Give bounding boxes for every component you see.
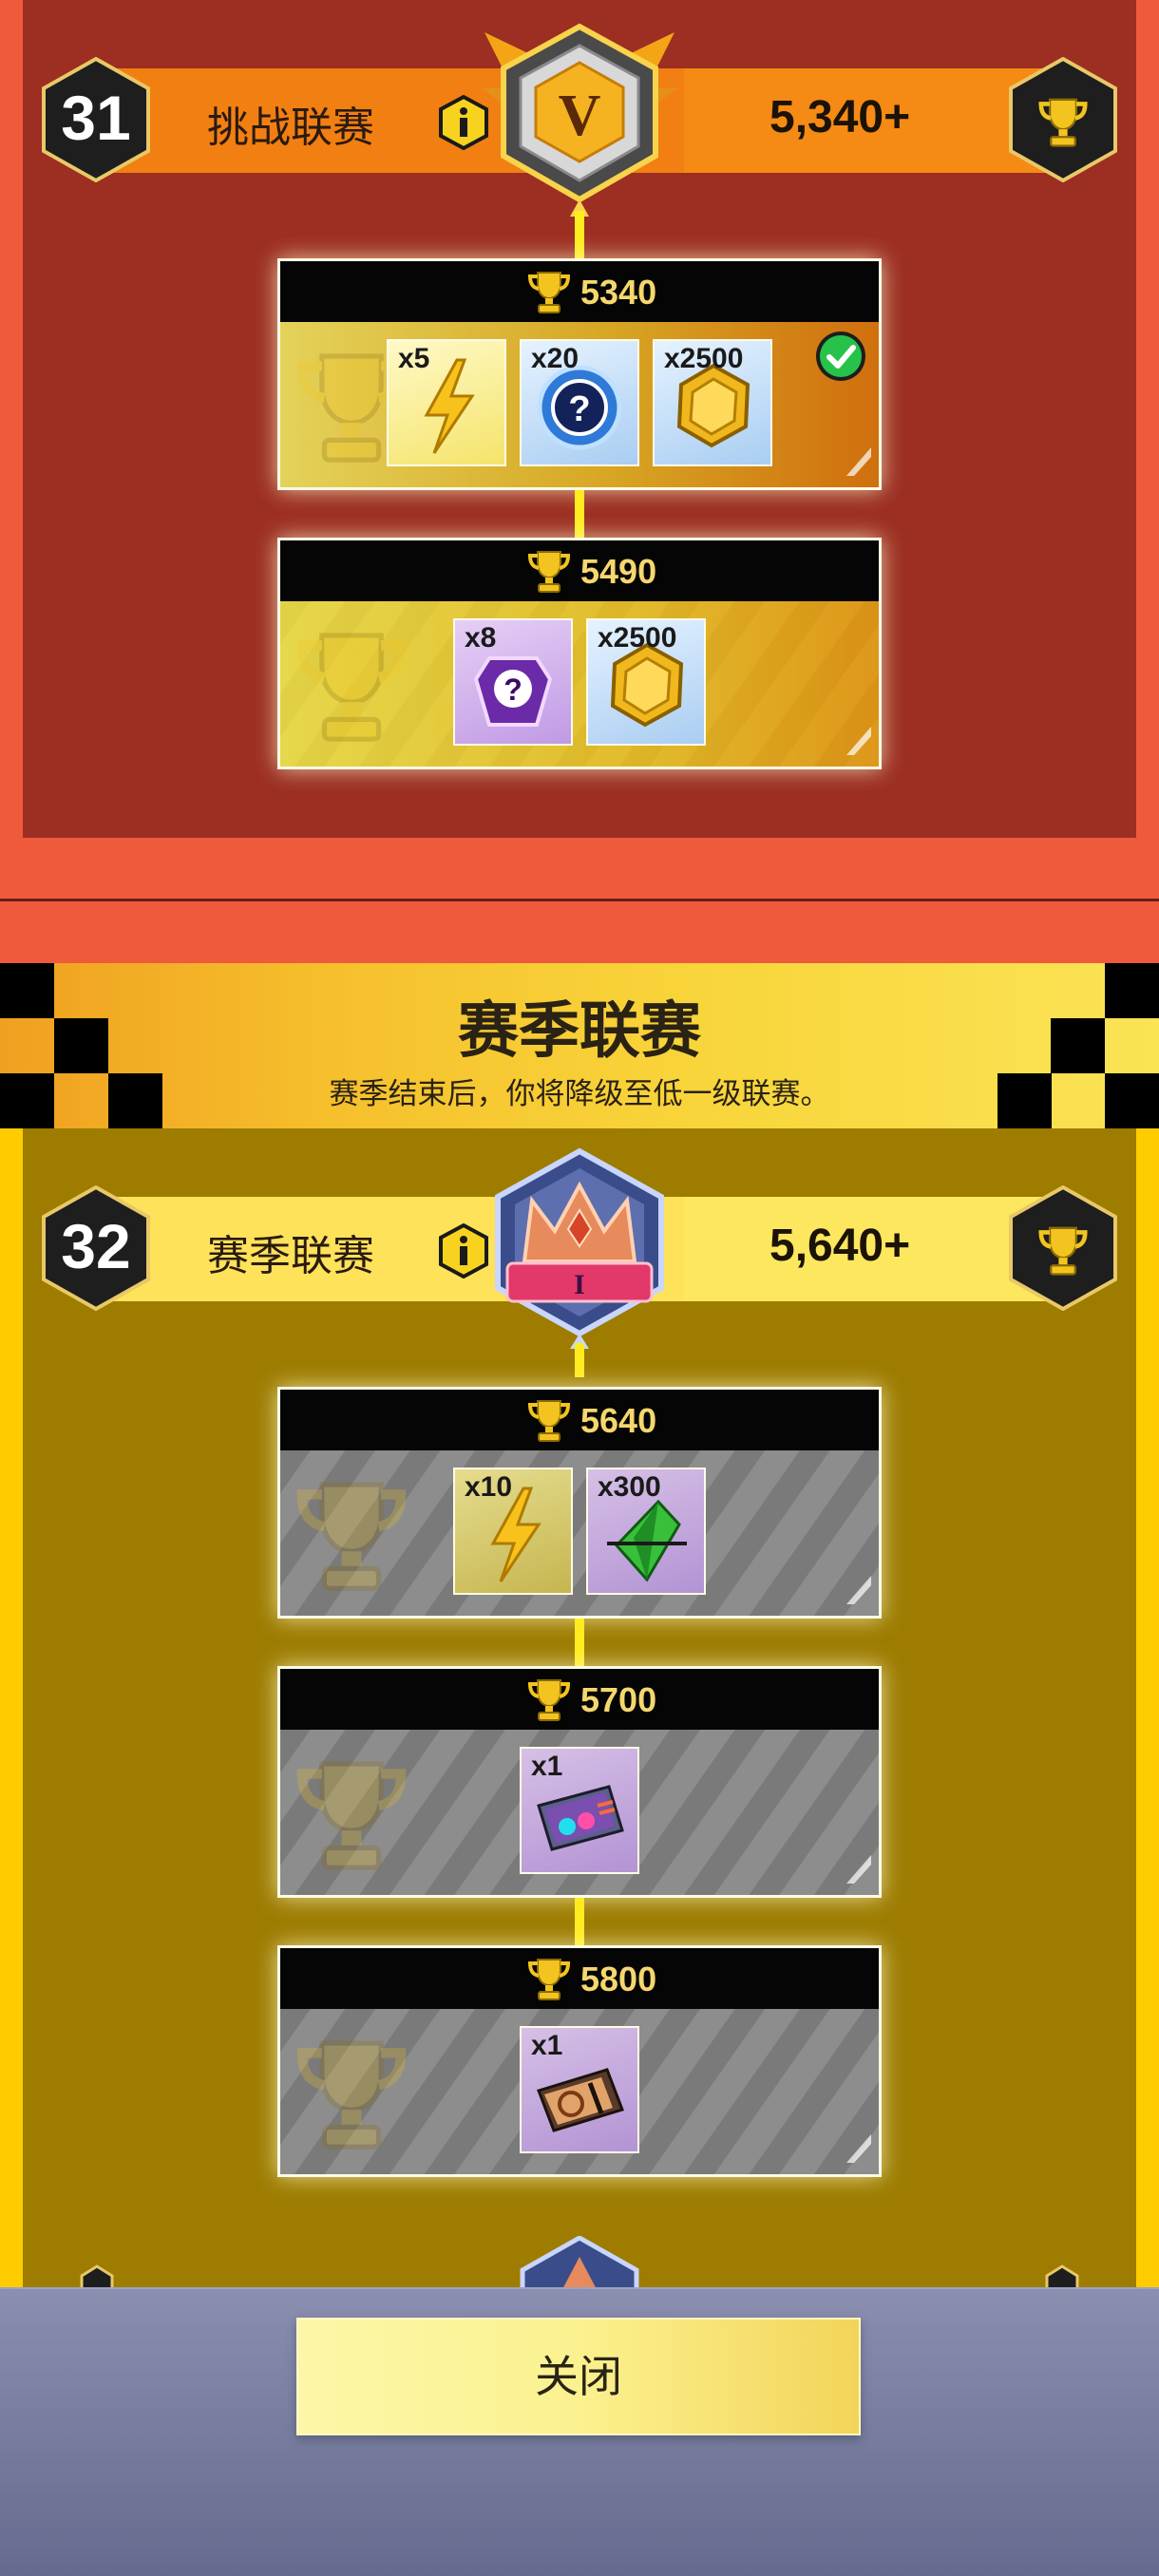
reward-item[interactable]: x300 xyxy=(586,1468,706,1595)
reward-quantity: x1 xyxy=(531,2030,563,2061)
tier-body: x5 x20 ? x2500 xyxy=(280,322,879,487)
tier-trophy-requirement: 5640 xyxy=(580,1401,657,1440)
section-divider xyxy=(0,899,1159,901)
league-rank-badge: 31 xyxy=(40,56,152,183)
tier-trophy-requirement: 5800 xyxy=(580,1960,657,1998)
slash-mark xyxy=(846,727,871,755)
reward-quantity: x300 xyxy=(598,1471,661,1503)
reward-item[interactable]: x2500 xyxy=(586,618,706,746)
slash-mark xyxy=(846,1855,871,1884)
tier-connector xyxy=(575,1898,584,1947)
claimed-check-icon xyxy=(816,331,865,381)
season-league-emblem: I xyxy=(495,1147,664,1349)
tier-body: x1 xyxy=(280,1730,879,1895)
svg-text:?: ? xyxy=(504,672,522,707)
reward-tier-5340[interactable]: 5340 x5 x20 ? x2500 xyxy=(277,258,882,490)
tier-header: 5700 xyxy=(280,1669,879,1730)
league-name: 赛季联赛 xyxy=(207,1232,374,1280)
challenge-league-section: 31 挑战联赛 5,340+ V 5340 x5 x20 ? x2500 549… xyxy=(0,0,1159,900)
challenge-league-emblem: V xyxy=(481,23,678,217)
league-rank-badge: 32 xyxy=(40,1184,152,1312)
league-rank-number: 32 xyxy=(61,1211,131,1281)
faded-trophy-icon xyxy=(290,1747,413,1880)
tier-connector xyxy=(575,490,584,540)
league-rank-number: 31 xyxy=(61,83,131,153)
tier-trophy-requirement: 5490 xyxy=(580,552,657,591)
checkered-flag-right xyxy=(998,963,1159,1128)
reward-item[interactable]: x20 ? xyxy=(520,339,639,466)
emblem-letter: I xyxy=(574,1269,585,1300)
reward-item[interactable]: x1 xyxy=(520,1747,639,1874)
tier-header: 5640 xyxy=(280,1390,879,1450)
reward-item[interactable]: x10 xyxy=(453,1468,573,1595)
tier-header: 5340 xyxy=(280,261,879,322)
faded-trophy-icon xyxy=(290,1468,413,1601)
tier-trophy-requirement: 5340 xyxy=(580,273,657,312)
reward-tier-5700[interactable]: 5700 x1 xyxy=(277,1666,882,1898)
banner-subtitle: 赛季结束后，你将降级至低一级联赛。 xyxy=(329,1077,830,1111)
league-score-threshold: 5,640+ xyxy=(770,1221,911,1271)
reward-item[interactable]: x1 xyxy=(520,2026,639,2153)
trophy-icon xyxy=(525,1397,573,1443)
tier-header: 5490 xyxy=(280,540,879,601)
close-button[interactable]: 关闭 xyxy=(296,2318,861,2435)
tier-body: x1 xyxy=(280,2009,879,2174)
tier-trophy-requirement: 5700 xyxy=(580,1680,657,1719)
tier-header: 5800 xyxy=(280,1948,879,2009)
trophy-icon xyxy=(525,548,573,594)
reward-item[interactable]: x8 ? xyxy=(453,618,573,746)
banner-title: 赛季联赛 xyxy=(458,996,701,1067)
emblem-letter: V xyxy=(559,84,601,148)
tier-connector xyxy=(575,211,584,260)
tier-body: x10 x300 xyxy=(280,1450,879,1616)
reward-quantity: x2500 xyxy=(598,622,677,653)
svg-text:?: ? xyxy=(568,389,590,429)
reward-item[interactable]: x5 xyxy=(387,339,506,466)
faded-trophy-icon xyxy=(290,2026,413,2159)
reward-quantity: x20 xyxy=(531,343,580,374)
league-name: 挑战联赛 xyxy=(207,104,374,152)
season-league-section: 32 赛季联赛 5,640+ I 5640 x10 x300 5700 x1 5… xyxy=(0,1128,1159,2293)
reward-quantity: x5 xyxy=(398,343,430,374)
reward-quantity: x8 xyxy=(465,622,497,653)
slash-mark xyxy=(846,2134,871,2163)
trophy-icon xyxy=(525,1676,573,1722)
tier-body: x8 ? x2500 xyxy=(280,601,879,767)
reward-quantity: x10 xyxy=(465,1471,513,1503)
tier-connector xyxy=(575,1343,584,1377)
tier-connector xyxy=(575,1619,584,1668)
reward-item[interactable]: x2500 xyxy=(653,339,772,466)
faded-trophy-icon xyxy=(290,618,413,751)
reward-tier-5490[interactable]: 5490 x8 ? x2500 xyxy=(277,538,882,769)
slash-mark xyxy=(846,1576,871,1604)
league-score-threshold: 5,340+ xyxy=(770,92,911,142)
season-league-banner: 赛季联赛 赛季结束后，你将降级至低一级联赛。 xyxy=(0,963,1159,1128)
reward-tier-5640[interactable]: 5640 x10 x300 xyxy=(277,1387,882,1619)
footer-bar: 关闭 xyxy=(0,2287,1159,2576)
reward-quantity: x2500 xyxy=(664,343,744,374)
trophy-icon xyxy=(525,1956,573,2001)
next-league-emblem-peek xyxy=(520,2236,639,2293)
trophy-badge xyxy=(1007,1184,1119,1312)
trophy-badge xyxy=(1007,56,1119,183)
slash-mark xyxy=(846,447,871,476)
reward-tier-5800[interactable]: 5800 x1 xyxy=(277,1945,882,2177)
trophy-icon xyxy=(525,269,573,314)
reward-quantity: x1 xyxy=(531,1751,563,1782)
